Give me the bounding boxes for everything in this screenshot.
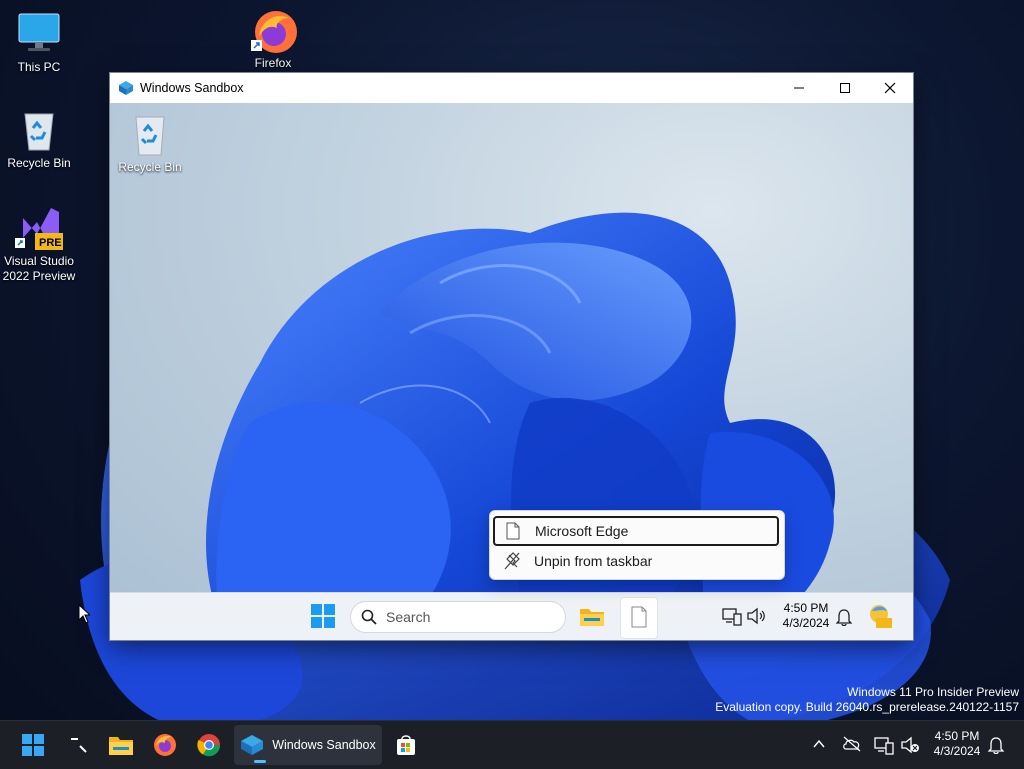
windows-sandbox-window: Windows Sandbox Recycle Bin Search 4:50 … <box>110 73 913 640</box>
search-glyph-icon <box>71 738 87 753</box>
cloud-offline-icon <box>843 736 861 752</box>
mouse-cursor-icon <box>78 604 90 624</box>
minimize-icon <box>794 87 804 89</box>
menu-item-microsoft-edge[interactable]: Microsoft Edge <box>493 516 779 546</box>
chevron-up-icon <box>813 739 825 748</box>
copilot-preview-button[interactable] <box>868 603 892 634</box>
watermark-line-1: Windows 11 Pro Insider Preview <box>847 685 1019 699</box>
recycle-bin-icon <box>15 106 63 154</box>
search-box[interactable]: Search <box>350 601 566 633</box>
speaker-muted-icon <box>901 736 919 754</box>
store-icon <box>397 735 415 755</box>
watermark-line-2: Evaluation copy. Build 26040.rs_prerelea… <box>715 700 1019 714</box>
clock[interactable]: 4:50 PM 4/3/2024 <box>778 601 834 631</box>
network-icon-button[interactable] <box>722 606 742 631</box>
folder-icon <box>580 609 604 626</box>
clock-time: 4:50 PM <box>934 729 980 743</box>
blank-file-icon <box>631 606 647 628</box>
file-explorer-button[interactable] <box>578 603 606 629</box>
clock-time: 4:50 PM <box>783 601 829 615</box>
desktop-icon-label: Visual Studio 2022 Preview <box>2 254 76 283</box>
search-button[interactable] <box>60 725 94 765</box>
notifications-button[interactable] <box>835 608 853 631</box>
search-placeholder: Search <box>386 609 431 625</box>
firefox-icon <box>154 734 176 756</box>
copilot-pre-icon <box>870 605 892 628</box>
store-taskbar-button[interactable] <box>388 725 424 765</box>
close-icon <box>884 82 896 94</box>
menu-item-unpin[interactable]: Unpin from taskbar <box>494 548 778 574</box>
pre-badge: PRE <box>39 237 62 249</box>
sandbox-recycle-bin[interactable]: Recycle Bin <box>118 113 182 174</box>
blank-file-icon <box>506 522 520 540</box>
show-hidden-icons-button[interactable] <box>812 737 826 756</box>
sandbox-app-icon <box>241 735 264 755</box>
firefox-icon <box>249 6 297 54</box>
minimize-button[interactable] <box>776 73 822 103</box>
recycle-bin-icon <box>135 116 165 156</box>
start-button[interactable] <box>310 603 336 629</box>
active-indicator <box>254 760 266 763</box>
window-title: Windows Sandbox <box>140 81 244 95</box>
evaluation-watermark: Windows 11 Pro Insider Preview Evaluatio… <box>715 685 1019 715</box>
notifications-button[interactable] <box>987 736 1005 759</box>
sandbox-app-icon <box>119 81 133 95</box>
file-explorer-button[interactable] <box>102 725 140 765</box>
network-icon <box>874 737 894 755</box>
sandbox-taskbar: Search 4:50 PM 4/3/2024 <box>110 592 913 640</box>
bell-icon <box>987 737 1005 755</box>
close-button[interactable] <box>867 73 913 103</box>
firefox-taskbar-button[interactable] <box>146 725 184 765</box>
desktop-icon-label: Recycle Bin <box>118 160 182 174</box>
desktop-icon-label: Firefox <box>254 56 292 70</box>
speaker-icon <box>747 607 765 625</box>
desktop-icon-label: This PC <box>17 60 61 74</box>
volume-button[interactable] <box>746 606 766 631</box>
volume-button[interactable] <box>900 735 920 760</box>
unpin-icon <box>504 552 520 570</box>
search-icon <box>361 609 377 625</box>
chrome-icon <box>197 734 221 757</box>
clock[interactable]: 4:50 PM 4/3/2024 <box>926 729 988 759</box>
desktop-icon-firefox[interactable]: Firefox <box>235 6 311 71</box>
onedrive-button[interactable] <box>842 735 862 758</box>
taskbar: Windows Sandbox 4:50 PM 4/3/2024 <box>0 720 1024 769</box>
bell-icon <box>835 609 853 627</box>
clock-date: 4/3/2024 <box>782 616 830 630</box>
windows-logo-icon <box>311 604 335 628</box>
edge-taskbar-button[interactable] <box>620 597 658 639</box>
start-button[interactable] <box>14 725 52 765</box>
network-icon <box>722 608 742 626</box>
taskbar-context-menu: Microsoft Edge Unpin from taskbar <box>489 510 785 580</box>
windows-sandbox-taskbar-button[interactable]: Windows Sandbox <box>234 725 382 765</box>
folder-icon <box>109 737 133 755</box>
chrome-taskbar-button[interactable] <box>190 725 228 765</box>
desktop-icon-label: Recycle Bin <box>7 156 71 170</box>
maximize-icon <box>840 83 850 93</box>
menu-item-label: Unpin from taskbar <box>534 553 653 569</box>
menu-item-label: Microsoft Edge <box>535 523 629 539</box>
desktop-icon-this-pc[interactable]: This PC <box>1 10 77 75</box>
network-button[interactable] <box>874 735 894 760</box>
maximize-button[interactable] <box>822 73 868 103</box>
visual-studio-preview-icon: PRE <box>15 204 63 252</box>
taskbar-app-label: Windows Sandbox <box>272 738 376 752</box>
clock-date: 4/3/2024 <box>933 744 981 758</box>
desktop-icon-recycle-bin[interactable]: Recycle Bin <box>1 106 77 171</box>
desktop-icon-visual-studio[interactable]: PRE Visual Studio 2022 Preview <box>1 204 77 284</box>
monitor-icon <box>15 10 63 58</box>
windows-logo-icon <box>22 734 44 756</box>
title-bar[interactable]: Windows Sandbox <box>110 73 913 103</box>
